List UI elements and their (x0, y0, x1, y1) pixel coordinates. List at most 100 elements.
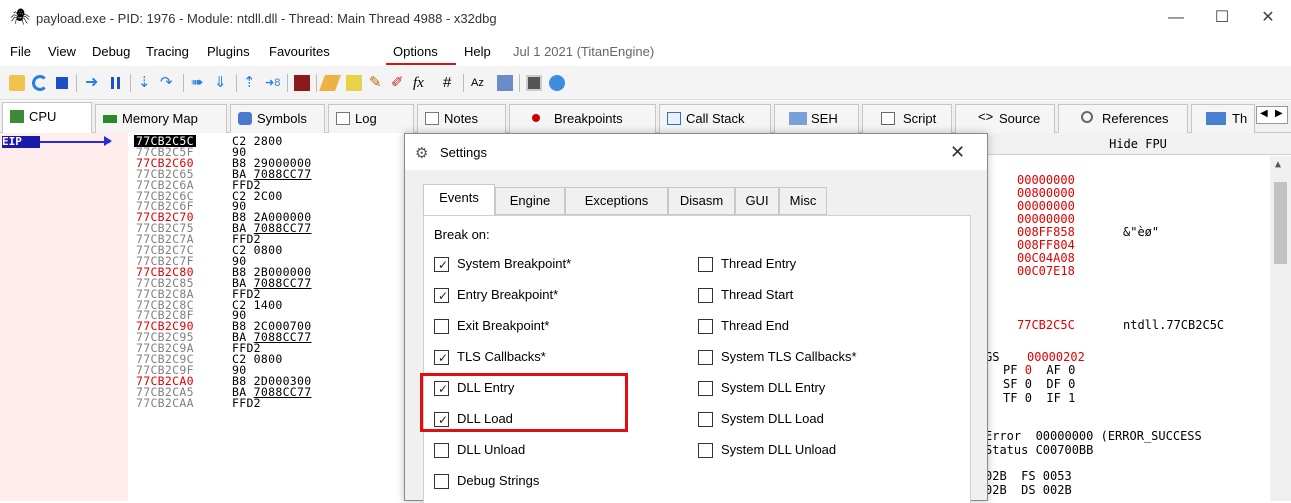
open-icon[interactable] (9, 75, 25, 91)
reg-value-3[interactable]: 00000000 (1017, 212, 1075, 226)
minimize-button[interactable]: — (1153, 0, 1199, 36)
tab-exceptions[interactable]: Exceptions (565, 187, 668, 215)
eip-value[interactable]: 77CB2C5C (1017, 318, 1075, 332)
registers-pane[interactable]: Hide FPU 00000000 00800000 00000000 0000… (985, 133, 1291, 501)
checkbox-box[interactable] (434, 319, 449, 334)
tab-seh[interactable]: SEH (774, 104, 859, 133)
menu-favourites[interactable]: Favourites (269, 44, 330, 59)
tab-references[interactable]: References (1058, 104, 1188, 133)
left-checkbox-0[interactable]: ✓ System Breakpoint* (434, 256, 571, 274)
stop-icon[interactable] (56, 77, 68, 89)
tab-memory-map[interactable]: Memory Map (95, 104, 227, 133)
globe-icon[interactable] (549, 75, 565, 91)
tab-script[interactable]: Script (862, 104, 952, 133)
checkbox-box[interactable] (698, 257, 713, 272)
trace-into-icon[interactable]: ➠ (191, 75, 207, 91)
right-checkbox-5[interactable]: System DLL Load (698, 411, 824, 429)
tab-events[interactable]: Events (423, 184, 495, 216)
checkbox-box[interactable]: ✓ (434, 288, 449, 303)
checkbox-box[interactable] (698, 350, 713, 365)
hash-icon[interactable]: # (443, 75, 459, 91)
tab-call-stack[interactable]: Call Stack (659, 104, 771, 133)
checkbox-box[interactable] (698, 412, 713, 427)
menu-plugins[interactable]: Plugins (207, 44, 250, 59)
left-checkbox-6[interactable]: DLL Unload (434, 442, 525, 460)
menu-view[interactable]: View (48, 44, 76, 59)
tab-breakpoints[interactable]: Breakpoints (509, 104, 656, 133)
reg-value-0[interactable]: 00000000 (1017, 173, 1075, 187)
flag-row-2[interactable]: SF 0 DF 0 (1003, 377, 1075, 391)
modules-icon[interactable] (497, 75, 513, 91)
right-checkbox-1[interactable]: Thread Start (698, 287, 793, 305)
flags-value[interactable]: 00000202 (1027, 350, 1085, 364)
tab-scroll-left-icon[interactable]: ◀ (1260, 108, 1268, 119)
execute-till-return-icon[interactable]: ⇡ (243, 75, 259, 91)
reg-value-4[interactable]: 008FF858 (1017, 225, 1075, 239)
restart-icon[interactable] (32, 75, 48, 91)
reg-value-6[interactable]: 00C04A08 (1017, 251, 1075, 265)
disasm-row[interactable]: 77CB2CAA FFD2 (128, 397, 408, 409)
menu-tracing[interactable]: Tracing (146, 44, 189, 59)
checkbox-box[interactable] (698, 319, 713, 334)
pause-icon[interactable] (108, 75, 124, 91)
scylla-icon[interactable] (294, 75, 310, 91)
tab-scroll-right-icon[interactable]: ▶ (1275, 108, 1283, 119)
tab-threads[interactable]: Th (1191, 104, 1255, 133)
menu-file[interactable]: File (10, 44, 31, 59)
disassembly-pane[interactable]: 77CB2C5C C2 2800 77CB2C5F 90 77CB2C60 B8 2900… (128, 133, 408, 501)
left-checkbox-7[interactable]: Debug Strings (434, 473, 539, 491)
tab-source[interactable]: <> Source (955, 104, 1055, 133)
tab-notes[interactable]: Notes (417, 104, 506, 133)
tab-misc[interactable]: Misc (779, 187, 827, 215)
reg-value-5[interactable]: 008FF804 (1017, 238, 1075, 252)
checkbox-box[interactable]: ✓ (434, 257, 449, 272)
right-checkbox-3[interactable]: System TLS Callbacks* (698, 349, 857, 367)
left-checkbox-2[interactable]: Exit Breakpoint* (434, 318, 550, 336)
menu-debug[interactable]: Debug (92, 44, 130, 59)
run-to-user-code-icon[interactable]: ➜8 (265, 75, 281, 91)
registers-scrollbar[interactable]: ▲ (1270, 156, 1291, 501)
trace-over-icon[interactable]: ⇓ (214, 75, 230, 91)
left-checkbox-1[interactable]: ✓ Entry Breakpoint* (434, 287, 558, 305)
scroll-thumb[interactable] (1274, 182, 1287, 264)
step-over-icon[interactable]: ↷ (160, 75, 176, 91)
tab-cpu[interactable]: CPU (2, 102, 92, 134)
close-button[interactable]: ✕ (1245, 0, 1291, 36)
checkbox-box[interactable] (434, 443, 449, 458)
tab-symbols[interactable]: Symbols (230, 104, 325, 133)
strings-icon[interactable]: Aᴢ (471, 75, 491, 91)
scroll-up-icon[interactable]: ▲ (1275, 159, 1281, 170)
reg-value-2[interactable]: 00000000 (1017, 199, 1075, 213)
step-into-icon[interactable]: ⇣ (138, 75, 154, 91)
comments-icon[interactable] (346, 75, 362, 91)
checkbox-box[interactable] (698, 288, 713, 303)
functions-icon[interactable]: fx (413, 75, 435, 91)
reg-value-7[interactable]: 00C07E18 (1017, 264, 1075, 278)
right-checkbox-4[interactable]: System DLL Entry (698, 380, 825, 398)
tab-engine[interactable]: Engine (495, 187, 565, 215)
flag-row-3[interactable]: TF 0 IF 1 (1003, 391, 1075, 405)
menu-help[interactable]: Help (464, 44, 491, 59)
labels-icon[interactable]: ✎ (369, 75, 385, 91)
calculator-icon[interactable] (526, 75, 542, 91)
reg-value-1[interactable]: 00800000 (1017, 186, 1075, 200)
checkbox-box[interactable] (434, 474, 449, 489)
left-checkbox-3[interactable]: ✓ TLS Callbacks* (434, 349, 546, 367)
tab-disasm[interactable]: Disasm (668, 187, 735, 215)
right-checkbox-2[interactable]: Thread End (698, 318, 789, 336)
checkbox-box[interactable] (698, 443, 713, 458)
settings-close-button[interactable]: ✕ (950, 142, 965, 163)
right-checkbox-0[interactable]: Thread Entry (698, 256, 796, 274)
tab-scroll-buttons[interactable]: ◀ ▶ (1256, 106, 1288, 124)
menu-options[interactable]: Options (393, 44, 438, 59)
flag-row-1[interactable]: PF 0 AF 0 (1003, 363, 1075, 377)
hide-fpu-button[interactable]: Hide FPU (985, 133, 1291, 155)
patch-icon[interactable] (319, 75, 341, 91)
checkbox-box[interactable]: ✓ (434, 350, 449, 365)
tab-log[interactable]: Log (328, 104, 414, 133)
bookmarks-icon[interactable]: ✐ (391, 75, 407, 91)
checkbox-box[interactable] (698, 381, 713, 396)
right-checkbox-6[interactable]: System DLL Unload (698, 442, 836, 460)
maximize-button[interactable]: ☐ (1199, 0, 1245, 36)
tab-gui[interactable]: GUI (735, 187, 779, 215)
